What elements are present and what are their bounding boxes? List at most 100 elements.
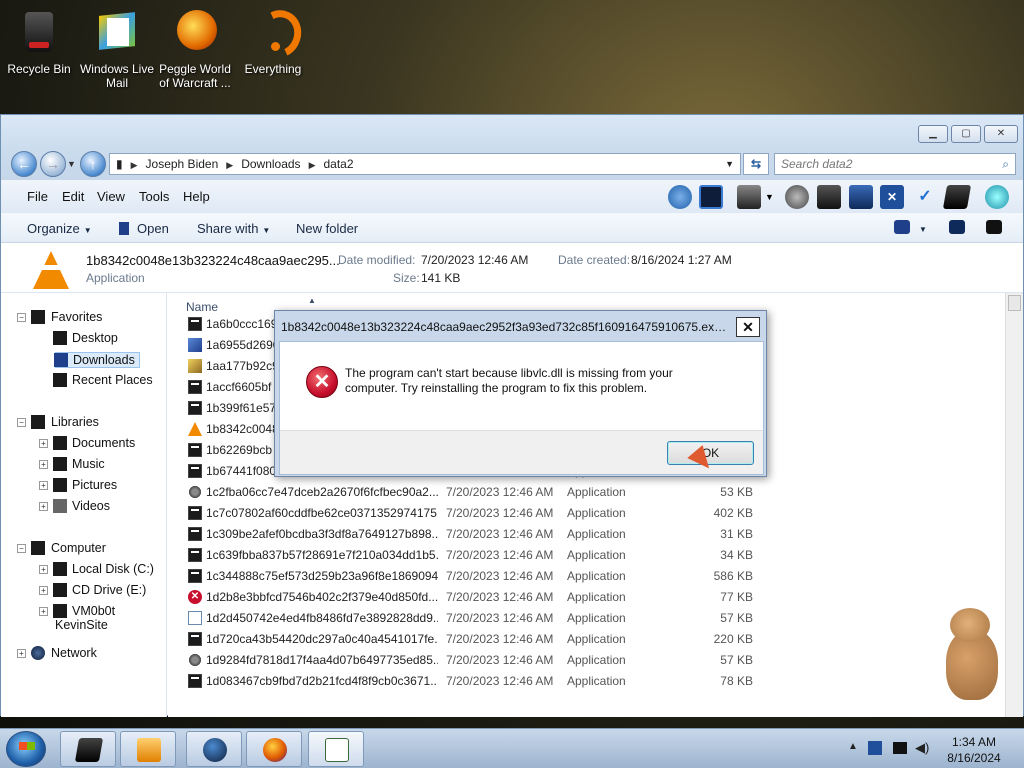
archive-icon[interactable] xyxy=(737,185,761,209)
copy-icon[interactable] xyxy=(817,185,841,209)
table-row[interactable]: 1c7c07802af60cddfbe62ce0371352974175... 7… xyxy=(168,503,768,524)
scrollbar-thumb[interactable] xyxy=(1008,295,1021,311)
breadcrumb-item[interactable]: Downloads xyxy=(241,157,300,171)
nav-network[interactable]: + Network xyxy=(17,646,97,660)
tray-app-icon[interactable] xyxy=(868,741,882,755)
search-input[interactable]: Search data2 ⌕ xyxy=(774,153,1016,175)
help-icon[interactable] xyxy=(986,220,1002,234)
desktop-icon-recycle-bin[interactable]: Recycle Bin xyxy=(0,4,78,76)
start-button[interactable] xyxy=(6,731,46,767)
dialog-close-button[interactable]: ✕ xyxy=(736,317,760,337)
expand-icon[interactable]: + xyxy=(39,607,48,616)
nav-pictures[interactable]: + Pictures xyxy=(39,478,117,492)
taskbar-globe-button[interactable] xyxy=(186,731,242,767)
desktop-icon-windows-live-mail[interactable]: Windows Live Mail xyxy=(78,4,156,90)
expand-icon[interactable]: + xyxy=(39,439,48,448)
nav-desktop[interactable]: Desktop xyxy=(53,331,118,345)
taskbar-explorer-button[interactable] xyxy=(60,731,116,767)
expand-icon[interactable]: + xyxy=(17,649,26,658)
taskbar-media-player-button[interactable] xyxy=(120,731,176,767)
up-arrow-icon[interactable] xyxy=(668,185,692,209)
expand-icon[interactable]: + xyxy=(39,586,48,595)
table-row[interactable]: ✕ 1d2b8e3bbfcd7546b402c2f379e40d850fd... 7… xyxy=(168,587,768,608)
camera-icon[interactable] xyxy=(785,185,809,209)
scrollbar[interactable] xyxy=(1005,293,1023,717)
table-row[interactable]: 1c309be2afef0bcdba3f3df8a7649127b898... 7… xyxy=(168,524,768,545)
search-icon[interactable]: ⌕ xyxy=(1002,154,1009,174)
menu-edit[interactable]: Edit xyxy=(62,189,84,204)
minimize-button[interactable]: ▁ xyxy=(918,125,948,143)
nav-libraries[interactable]: − Libraries xyxy=(17,415,99,429)
nav-favorites[interactable]: − Favorites xyxy=(17,310,102,324)
table-row[interactable]: 1c639fbba837b57f28691e7f210a034dd1b5... 7… xyxy=(168,545,768,566)
menu-file[interactable]: File xyxy=(27,189,48,204)
table-row[interactable]: 1d9284fd7818d17f4aa4d07b6497735ed85... 7/… xyxy=(168,650,768,671)
up-button[interactable]: ↑ xyxy=(80,151,106,177)
nav-cd-drive[interactable]: + CD Drive (E:) xyxy=(39,583,147,597)
dialog-body: ✕ The program can't start because libvlc… xyxy=(279,341,764,475)
taskbar-dialog-button[interactable] xyxy=(308,731,364,767)
nav-videos[interactable]: + Videos xyxy=(39,499,110,513)
explorer-titlebar[interactable]: ▁ ▢ ✕ xyxy=(1,115,1023,149)
nav-recent-places[interactable]: Recent Places xyxy=(53,373,153,387)
table-row[interactable]: 1c2fba06cc7e47dceb2a2670f6fcfbec90a2... 7… xyxy=(168,482,768,503)
star-icon xyxy=(31,310,45,324)
clock[interactable]: 1:34 AM 8/16/2024 xyxy=(932,734,1016,766)
close-button[interactable]: ✕ xyxy=(984,125,1018,143)
recent-pages-dropdown[interactable]: ▼ xyxy=(67,159,76,169)
volume-icon[interactable]: ◀) xyxy=(915,740,929,756)
view-options-icon[interactable] xyxy=(894,220,910,234)
new-folder-button[interactable]: New folder xyxy=(296,221,358,236)
vlc-icon xyxy=(33,251,69,289)
menu-tools[interactable]: Tools xyxy=(139,189,169,204)
preview-pane-icon[interactable] xyxy=(949,220,965,234)
folder-dark-icon[interactable] xyxy=(942,185,972,209)
table-row[interactable]: 1c344888c75ef573d259b23a96f8e1869094... 7… xyxy=(168,566,768,587)
back-button[interactable]: ← xyxy=(11,151,37,177)
nav-label: Documents xyxy=(72,436,136,450)
expand-icon[interactable]: + xyxy=(39,460,48,469)
breadcrumb-item[interactable]: data2 xyxy=(323,157,353,171)
view-dropdown-icon[interactable]: ▼ xyxy=(919,225,927,234)
nav-documents[interactable]: + Documents xyxy=(39,436,136,450)
window-icon xyxy=(325,738,349,762)
table-row[interactable]: 1d2d450742e4ed4fb8486fd7e3892828dd9... 7/… xyxy=(168,608,768,629)
address-dropdown-icon[interactable]: ▼ xyxy=(725,154,734,174)
open-button[interactable]: Open xyxy=(119,221,169,236)
nav-computer[interactable]: − Computer xyxy=(17,541,106,555)
delete-icon[interactable]: ✕ xyxy=(880,185,904,209)
maximize-button[interactable]: ▢ xyxy=(951,125,981,143)
nav-label: CD Drive (E:) xyxy=(72,583,147,597)
collapse-icon[interactable]: − xyxy=(17,544,26,553)
document-icon[interactable] xyxy=(849,185,873,209)
organize-button[interactable]: Organize ▼ xyxy=(27,221,92,236)
monitor-icon[interactable] xyxy=(699,185,723,209)
expand-icon[interactable]: + xyxy=(39,481,48,490)
menu-help[interactable]: Help xyxy=(183,189,210,204)
collapse-icon[interactable]: − xyxy=(17,418,26,427)
nav-downloads[interactable]: Downloads xyxy=(54,352,140,368)
expand-icon[interactable]: + xyxy=(39,565,48,574)
address-bar[interactable]: ▮ ▶ Joseph Biden ▶ Downloads ▶ data2 ▼ xyxy=(109,153,741,175)
expand-icon[interactable]: + xyxy=(39,502,48,511)
breadcrumb-item[interactable]: Joseph Biden xyxy=(146,157,219,171)
hamster-gadget[interactable] xyxy=(940,604,1004,704)
globe-icon[interactable] xyxy=(985,185,1009,209)
network-tray-icon[interactable] xyxy=(893,742,907,754)
dialog-title[interactable]: 1b8342c0048e13b323224c48caa9aec2952f3a93… xyxy=(281,317,728,337)
table-row[interactable]: 1d720ca43b54420dc297a0c40a4541017fe... 7/… xyxy=(168,629,768,650)
taskbar-firefox-button[interactable] xyxy=(246,731,302,767)
show-hidden-icons[interactable]: ▲ xyxy=(848,741,858,752)
desktop-icon-peggle[interactable]: Peggle World of Warcraft ... xyxy=(156,4,234,90)
refresh-button[interactable]: ⇆ xyxy=(743,153,769,175)
menu-view[interactable]: View xyxy=(97,189,125,204)
nav-local-disk[interactable]: + Local Disk (C:) xyxy=(39,562,154,576)
forward-button[interactable]: → xyxy=(40,151,66,177)
nav-vm-site[interactable]: + VM0b0t KevinSite xyxy=(39,604,166,632)
share-with-button[interactable]: Share with ▼ xyxy=(197,221,270,236)
table-row[interactable]: 1d083467cb9fbd7d2b21fcd4f8f9cb0c3671... 7… xyxy=(168,671,768,692)
nav-music[interactable]: + Music xyxy=(39,457,105,471)
desktop-icon-everything[interactable]: Everything xyxy=(234,4,312,76)
collapse-icon[interactable]: − xyxy=(17,313,26,322)
checkmark-icon[interactable]: ✓ xyxy=(913,185,937,209)
